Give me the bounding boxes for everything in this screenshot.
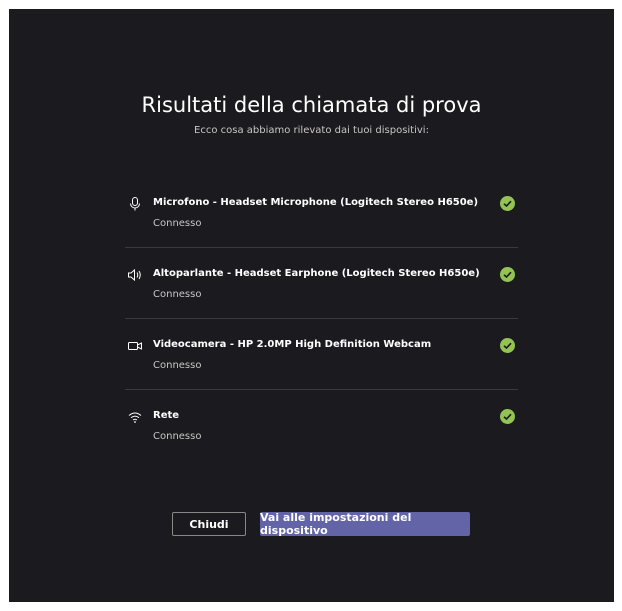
check-icon [500,409,515,424]
divider [125,389,518,390]
device-name: Videocamera - HP 2.0MP High Definition W… [153,339,432,350]
device-status: Connesso [153,360,202,371]
close-button[interactable]: Chiudi [172,512,246,536]
camera-icon [127,338,143,354]
device-row-camera: Videocamera - HP 2.0MP High Definition W… [125,338,518,408]
microphone-icon [127,196,143,212]
check-icon [500,267,515,282]
wifi-icon [127,409,143,425]
device-name: Altoparlante - Headset Earphone (Logitec… [153,268,480,279]
dialog-title: Risultati della chiamata di prova [141,93,482,117]
device-status: Connesso [153,431,202,442]
device-row-microphone: Microfono - Headset Microphone (Logitech… [125,196,518,266]
check-icon [500,338,515,353]
divider [125,318,518,319]
device-status: Connesso [153,218,202,229]
device-row-network: Rete Connesso [125,409,518,479]
divider [125,247,518,248]
device-row-speaker: Altoparlante - Headset Earphone (Logitec… [125,267,518,337]
device-status: Connesso [153,289,202,300]
check-icon [500,196,515,211]
speaker-icon [127,267,143,283]
dialog-subtitle: Ecco cosa abbiamo rilevato dai tuoi disp… [194,125,429,136]
test-call-results-dialog: Risultati della chiamata di prova Ecco c… [9,9,614,602]
device-name: Rete [153,410,180,421]
device-name: Microfono - Headset Microphone (Logitech… [153,197,479,208]
device-settings-button[interactable]: Vai alle impostazioni del dispositivo [260,511,470,537]
